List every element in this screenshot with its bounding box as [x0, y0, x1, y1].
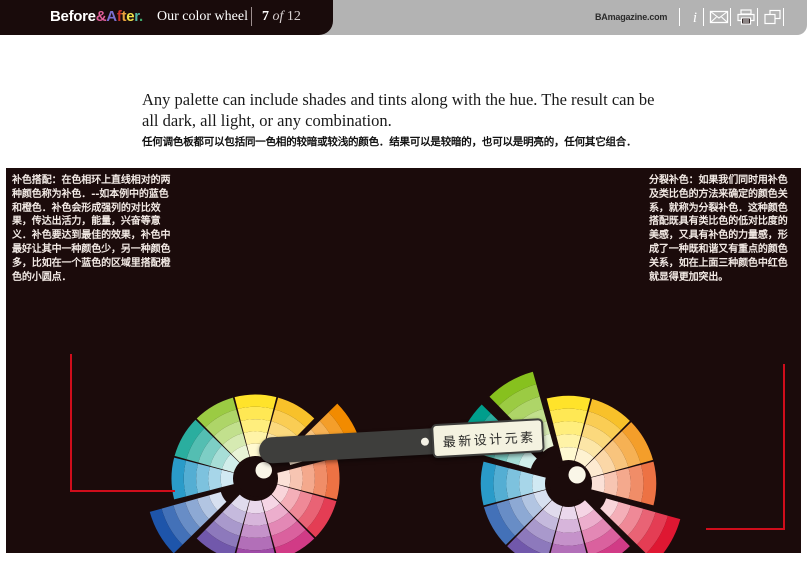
- toolbar-separator-1: [679, 8, 680, 26]
- brand-logo: Before&After.: [50, 8, 143, 25]
- top-toolbar: Before&After. Our color wheel 7 of 12 BA…: [0, 0, 807, 35]
- footer-bar: 7 of 12 Our color wheel 0646: [0, 553, 807, 588]
- toolbar-separator-2: [703, 8, 704, 26]
- wheel-arc: [301, 463, 315, 494]
- site-link[interactable]: BAmagazine.com: [595, 12, 667, 22]
- color-wheel-panel: 补色搭配：在色相环上直线相对的两种颜色称为补色．--如本例中的蓝色和橙色．补色会…: [6, 168, 801, 553]
- intro-chinese: 任何调色板都可以包括同一色相的较暗或较浅的颜色．结果可以是较暗的，也可以是明亮的…: [142, 136, 637, 149]
- wheel-arc: [289, 466, 303, 491]
- wheel-arc: [220, 469, 234, 488]
- envelope-icon[interactable]: [708, 8, 730, 26]
- intro-block: Any palette can include shades and tints…: [142, 90, 662, 149]
- wheel-arc: [591, 474, 605, 493]
- color-wheel-split-complement[interactable]: [446, 366, 691, 553]
- toolbar-separator-3: [730, 8, 731, 26]
- wheel-arc: [240, 524, 271, 538]
- header-page-total: 12: [286, 9, 301, 24]
- wheel-arc: [553, 421, 584, 436]
- wheel-arc: [559, 447, 578, 461]
- wheel-arc: [196, 463, 210, 494]
- accent-line-left-horizontal: [70, 490, 175, 492]
- wheel-arc: [549, 408, 588, 424]
- wheel-center-notch: [568, 466, 586, 484]
- toolbar-separator-5: [783, 8, 784, 26]
- page-root: Before&After. Our color wheel 7 of 12 BA…: [0, 0, 807, 588]
- header-page-indicator: 7 of 12: [262, 9, 301, 25]
- header-page-current: 7: [262, 9, 269, 24]
- wheel-arc: [616, 468, 631, 499]
- promo-banner-box: 最新设计元素: [431, 418, 545, 459]
- wheel-arc: [246, 500, 265, 514]
- wheel-arc: [603, 471, 618, 496]
- wheel-arc: [519, 471, 534, 496]
- promo-banner-text: 最新设计元素: [442, 430, 537, 451]
- intro-english: Any palette can include shades and tints…: [142, 90, 655, 130]
- wheel-arc: [243, 512, 268, 526]
- accent-line-left-vertical: [70, 354, 72, 491]
- wheel-arc: [493, 464, 509, 503]
- wheel-arc: [506, 468, 521, 499]
- wheel-arc: [208, 466, 222, 491]
- wheel-arc: [313, 460, 328, 497]
- printer-icon[interactable]: [735, 8, 757, 26]
- windows-icon[interactable]: [762, 8, 784, 26]
- header-divider: [251, 7, 252, 26]
- accent-line-right-vertical: [783, 364, 785, 529]
- accent-line-right-horizontal: [706, 528, 785, 530]
- wheel-arc: [556, 434, 581, 449]
- wheel-arc: [237, 536, 274, 551]
- wheel-arc: [277, 469, 291, 488]
- wheel-arc: [237, 406, 274, 421]
- wheel-arc: [532, 474, 546, 493]
- wheel-arc: [553, 531, 584, 546]
- wheel-arc: [183, 460, 198, 497]
- header-page-of: of: [272, 9, 284, 24]
- wheel-arc: [556, 518, 581, 533]
- chinese-text-right: 分裂补色：如果我们同时用补色及类比色的方法来确定的颜色关系，就称为分裂补色．这种…: [649, 175, 788, 283]
- header-title: Our color wheel: [157, 9, 248, 24]
- wheel-arc: [240, 419, 271, 433]
- toolbar-separator-4: [757, 8, 758, 26]
- chinese-text-left: 补色搭配：在色相环上直线相对的两种颜色称为补色．--如本例中的蓝色和橙色．补色会…: [12, 175, 171, 283]
- wheel-arc: [628, 464, 644, 503]
- svg-text:i: i: [693, 10, 697, 26]
- wheel-arc: [559, 506, 578, 520]
